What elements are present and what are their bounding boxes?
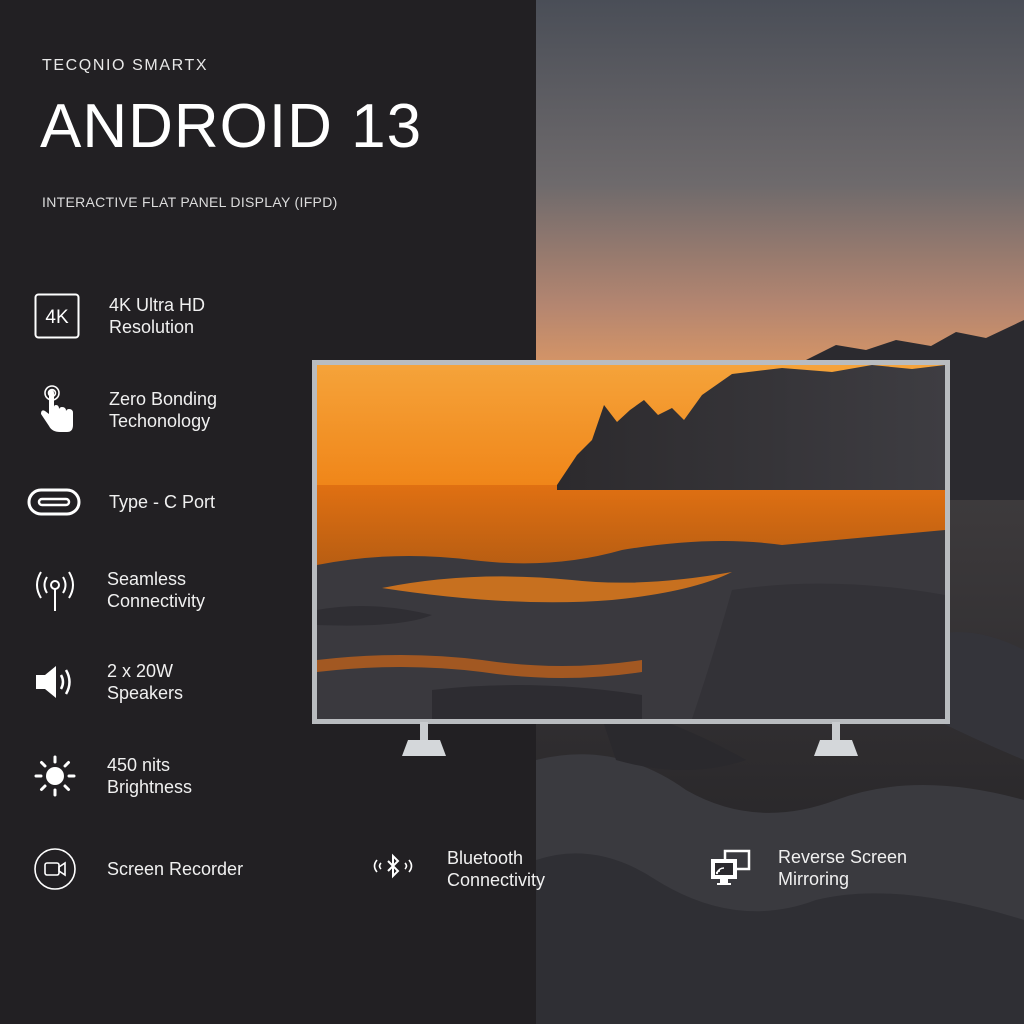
feature-reverse-mirroring: Reverse Screen Mirroring [706, 844, 907, 892]
feature-seamless-connectivity: Seamless Connectivity [31, 566, 205, 614]
brand-name: TECQNIO SMARTX [42, 57, 209, 74]
tv-screen [317, 365, 945, 719]
feature-label: Zero Bonding Techonology [109, 389, 218, 431]
feature-label: 4K Ultra HD Resolution [109, 295, 206, 337]
product-subtitle: INTERACTIVE FLAT PANEL DISPLAY (IFPD) [42, 194, 338, 210]
wireless-antenna-icon [31, 566, 79, 614]
feature-label: 2 x 20W Speakers [107, 661, 184, 703]
speaker-icon [31, 658, 79, 706]
touch-hand-icon [33, 385, 81, 434]
4k-badge-icon: 4K [33, 292, 81, 340]
tv-stand-left [402, 722, 446, 756]
tv-stand-right [814, 722, 858, 756]
bluetooth-icon [369, 845, 417, 893]
4k-badge-text: 4K [45, 307, 69, 328]
product-banner: TECQNIO SMARTX ANDROID 13 INTERACTIVE FL… [0, 0, 1024, 1024]
tv-display [312, 360, 950, 724]
headline-title: ANDROID 13 [40, 92, 423, 161]
feature-4k-resolution: 4K 4K Ultra HD Resolution [33, 292, 205, 340]
video-camera-icon [31, 845, 79, 893]
usb-c-port-icon [27, 478, 81, 526]
feature-screen-recorder: Screen Recorder [31, 845, 243, 893]
feature-label: Screen Recorder [107, 859, 244, 879]
feature-label: Type - C Port [109, 492, 216, 512]
feature-speakers: 2 x 20W Speakers [31, 658, 183, 706]
feature-label: Reverse Screen Mirroring [778, 847, 908, 889]
feature-label: Seamless Connectivity [107, 569, 206, 611]
feature-type-c-port: Type - C Port [27, 478, 215, 526]
screen-mirroring-icon [706, 844, 754, 892]
feature-brightness: 450 nits Brightness [31, 752, 192, 800]
feature-label: Bluetooth Connectivity [447, 848, 546, 890]
feature-label: 450 nits Brightness [107, 755, 193, 797]
sun-brightness-icon [31, 752, 79, 800]
feature-zero-bonding: Zero Bonding Techonology [33, 385, 218, 434]
feature-bluetooth: Bluetooth Connectivity [369, 845, 545, 893]
